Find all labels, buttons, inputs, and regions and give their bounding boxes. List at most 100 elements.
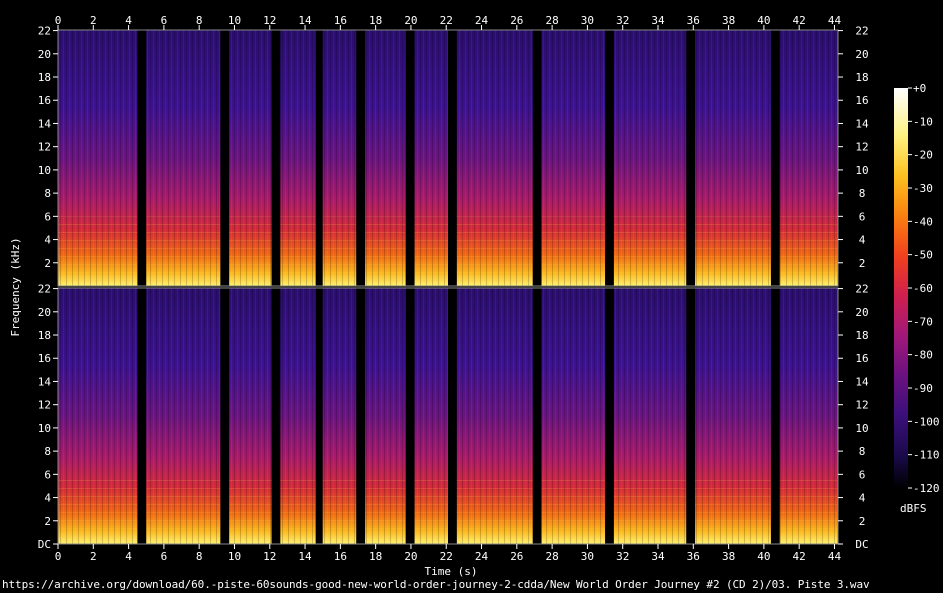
x-tick-label: 28	[545, 550, 558, 563]
y-tick-label: 16	[38, 352, 51, 365]
y-tick-label: DC	[855, 538, 868, 551]
silent-gap	[137, 288, 147, 544]
x-tick-label: 36	[687, 550, 700, 563]
colorbar-tick-label: -40	[913, 215, 933, 228]
y-tick-label: 16	[38, 94, 51, 107]
y-tick-label: 18	[38, 329, 51, 342]
colorbar-unit-label: dBFS	[900, 502, 927, 515]
x-tick-label: 24	[475, 550, 489, 563]
y-tick-label: 22	[38, 283, 51, 296]
x-tick-label: 22	[440, 14, 453, 27]
y-tick-label: 22	[855, 25, 868, 38]
y-tick-label: 10	[38, 422, 51, 435]
y-tick-label: 14	[38, 117, 52, 130]
x-tick-label: 36	[687, 14, 700, 27]
x-tick-label: 30	[581, 14, 594, 27]
x-tick-label: 38	[722, 14, 735, 27]
x-tick-label: 18	[369, 550, 382, 563]
x-tick-label: 40	[757, 550, 770, 563]
x-tick-label: 10	[228, 14, 241, 27]
y-tick-label: 20	[38, 306, 51, 319]
y-tick-label: 4	[44, 492, 51, 505]
y-tick-label: 22	[855, 283, 868, 296]
silent-gap	[770, 30, 780, 286]
x-tick-label: 38	[722, 550, 735, 563]
x-tick-label: 26	[510, 14, 523, 27]
y-tick-label: 2	[859, 257, 866, 270]
x-tick-label: 6	[161, 550, 168, 563]
y-tick-label: 6	[859, 210, 866, 223]
colorbar-tick-label: -10	[913, 115, 933, 128]
colorbar-tick-label: -100	[913, 415, 940, 428]
silent-gap	[315, 288, 323, 544]
x-tick-label: 42	[793, 14, 806, 27]
x-tick-label: 30	[581, 550, 594, 563]
y-tick-label: 2	[44, 515, 51, 528]
silent-gap	[271, 30, 281, 286]
y-tick-label: 12	[855, 141, 868, 154]
y-tick-label: 22	[38, 25, 51, 38]
silent-gap	[271, 288, 281, 544]
colorbar-tick-label: +0	[913, 82, 926, 95]
x-tick-label: 8	[196, 550, 203, 563]
colorbar-tick-label: -20	[913, 149, 933, 162]
x-tick-label: 44	[828, 550, 842, 563]
y-tick-label: 18	[855, 329, 868, 342]
x-tick-label: 4	[125, 550, 132, 563]
colorbar-tick-label: -80	[913, 349, 933, 362]
x-tick-label: 14	[298, 550, 312, 563]
x-tick-label: 32	[616, 14, 629, 27]
y-tick-label: 18	[38, 71, 51, 84]
y-tick-label: 8	[859, 445, 866, 458]
spectrogram-channel-left	[57, 29, 839, 287]
y-tick-label: 16	[855, 352, 868, 365]
x-tick-label: 28	[545, 14, 558, 27]
y-tick-label: 12	[38, 141, 51, 154]
x-tick-label: 34	[651, 14, 665, 27]
y-tick-label: 20	[38, 48, 51, 61]
y-tick-label: 6	[859, 468, 866, 481]
y-tick-label: 10	[855, 164, 868, 177]
y-tick-label: 16	[855, 94, 868, 107]
silent-gap	[405, 30, 415, 286]
silent-gap	[686, 288, 696, 544]
y-tick-label: 6	[44, 468, 51, 481]
silent-gap	[770, 288, 780, 544]
y-tick-label: 8	[44, 187, 51, 200]
x-tick-label: 32	[616, 550, 629, 563]
y-tick-label: 4	[859, 492, 866, 505]
x-tick-label: 40	[757, 14, 770, 27]
y-tick-label: 18	[855, 71, 868, 84]
colorbar-tick-label: -110	[913, 449, 940, 462]
y-tick-label: 10	[38, 164, 51, 177]
y-tick-label: DC	[38, 538, 51, 551]
y-tick-label: 12	[855, 399, 868, 412]
silent-gap	[686, 30, 696, 286]
silent-gap	[356, 30, 366, 286]
y-tick-label: 10	[855, 422, 868, 435]
colorbar-gradient	[894, 88, 908, 488]
x-tick-label: 0	[55, 14, 62, 27]
x-axis-label: Time (s)	[425, 565, 478, 578]
x-tick-label: 4	[125, 14, 132, 27]
x-tick-label: 14	[298, 14, 312, 27]
y-tick-label: 4	[44, 234, 51, 247]
colorbar-tick-label: -50	[913, 249, 933, 262]
y-axis-label: Frequency (kHz)	[9, 237, 22, 336]
spectrogram-chart: 0022446688101012121414161618182020222224…	[9, 14, 940, 578]
y-tick-label: 8	[44, 445, 51, 458]
x-tick-label: 10	[228, 550, 241, 563]
y-tick-label: 14	[38, 375, 52, 388]
silent-gap	[137, 30, 147, 286]
y-tick-label: 12	[38, 399, 51, 412]
x-tick-label: 2	[90, 14, 97, 27]
silent-gap	[356, 288, 366, 544]
x-tick-label: 34	[651, 550, 665, 563]
y-tick-label: 14	[855, 117, 869, 130]
x-tick-label: 16	[334, 14, 347, 27]
colorbar-ticks: +0 -10 -20 -30 -40 -50 -60 -70 -80 -90 -100 -110 -12…	[908, 82, 940, 495]
x-tick-label: 0	[55, 550, 62, 563]
silent-gap	[605, 288, 614, 544]
x-tick-label: 26	[510, 550, 523, 563]
x-tick-label: 16	[334, 550, 347, 563]
